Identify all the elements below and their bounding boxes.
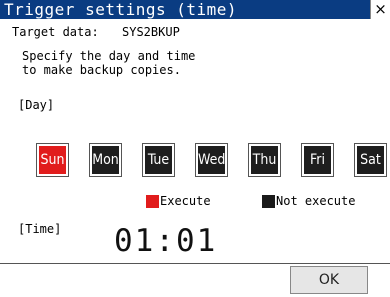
- execute-legend-swatch: [146, 195, 159, 208]
- footer-divider: [0, 263, 390, 264]
- time-section-label: [Time]: [18, 222, 62, 236]
- not-execute-legend-label: Not execute: [276, 194, 356, 208]
- ok-button[interactable]: OK: [290, 266, 368, 294]
- day-button-wed[interactable]: Wed: [195, 143, 228, 177]
- day-button-sun[interactable]: Sun: [36, 143, 69, 177]
- close-button[interactable]: ×: [370, 0, 390, 19]
- title-bar: Trigger settings (time) ×: [0, 0, 390, 19]
- day-section-label: [Day]: [18, 98, 55, 112]
- day-button-fri[interactable]: Fri: [301, 143, 334, 177]
- day-button-sat[interactable]: Sat: [354, 143, 387, 177]
- execute-legend-label: Execute: [160, 194, 211, 208]
- not-execute-legend-swatch: [262, 195, 275, 208]
- day-button-tue[interactable]: Tue: [142, 143, 175, 177]
- target-data-value: SYS2BKUP: [122, 25, 180, 39]
- time-value[interactable]: 01:01: [114, 223, 217, 259]
- instruction-text: Specify the day and time to make backup …: [22, 49, 196, 77]
- trigger-settings-dialog: Trigger settings (time) × Target data: S…: [0, 0, 390, 297]
- target-data-label: Target data:: [12, 25, 99, 39]
- day-button-thu[interactable]: Thu: [248, 143, 281, 177]
- window-title: Trigger settings (time): [4, 0, 238, 19]
- day-button-mon[interactable]: Mon: [89, 143, 122, 177]
